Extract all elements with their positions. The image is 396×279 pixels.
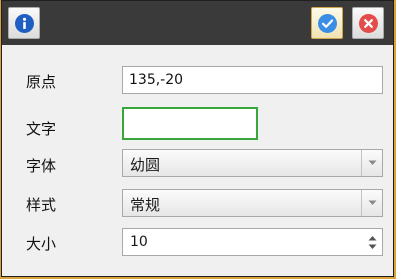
origin-label: 原点 bbox=[26, 73, 57, 91]
checkmark-icon bbox=[317, 13, 337, 33]
cancel-button[interactable] bbox=[352, 7, 384, 39]
text-input[interactable] bbox=[122, 107, 258, 140]
chevron-up-icon[interactable] bbox=[368, 235, 377, 241]
info-icon bbox=[14, 13, 34, 33]
chevron-down-icon[interactable] bbox=[361, 190, 382, 216]
chevron-down-icon[interactable] bbox=[361, 150, 382, 176]
origin-input[interactable]: 135,-20 bbox=[122, 66, 383, 94]
font-label: 字体 bbox=[26, 157, 57, 175]
spin-arrows[interactable] bbox=[362, 229, 382, 255]
style-value: 常规 bbox=[130, 196, 161, 214]
title-bar bbox=[2, 1, 393, 45]
style-label: 样式 bbox=[26, 196, 57, 214]
size-spinbox[interactable]: 10 bbox=[122, 228, 383, 256]
font-select[interactable]: 幼圆 bbox=[122, 149, 383, 177]
style-select[interactable]: 常规 bbox=[122, 189, 383, 217]
info-button[interactable] bbox=[8, 7, 40, 39]
chevron-down-icon[interactable] bbox=[368, 244, 377, 250]
size-label: 大小 bbox=[26, 235, 57, 253]
confirm-button[interactable] bbox=[311, 7, 343, 39]
origin-value: 135,-20 bbox=[129, 72, 184, 88]
text-label: 文字 bbox=[26, 120, 57, 138]
font-value: 幼圆 bbox=[130, 156, 161, 174]
close-icon bbox=[358, 13, 378, 33]
text-properties-dialog: 原点 135,-20 文字 字体 幼圆 样式 常规 大小 10 bbox=[1, 0, 394, 277]
size-value: 10 bbox=[130, 234, 148, 250]
